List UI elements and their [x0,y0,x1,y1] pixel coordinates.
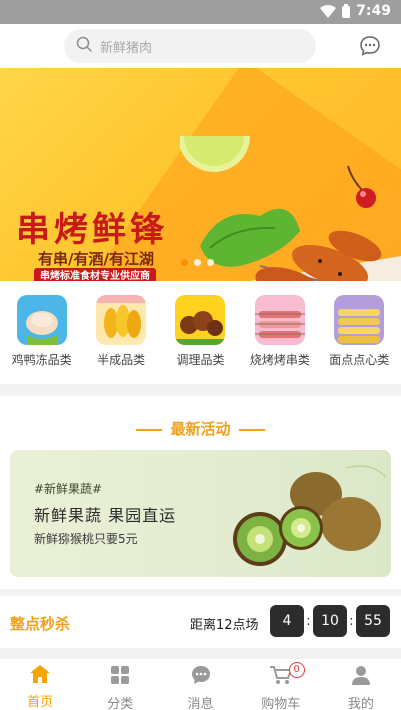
tab-category[interactable]: 分类 [80,659,160,710]
category-label: 鸡鸭冻品类 [11,353,72,367]
latest-activity-section: 最新活动 #新鲜果蔬# 新鲜果蔬 果园直运 新鲜猕猴桃只要5元 [0,396,401,589]
battery-icon [342,4,351,18]
pagination-dot[interactable] [194,259,201,266]
seasoned-meat-icon [175,295,226,345]
countdown-timer: 4 : 10 : 55 [270,605,390,637]
category-item-pastry[interactable]: 面点点心类 [323,295,395,384]
flash-sale-title[interactable]: 整点秒杀 [10,613,70,634]
timer-separator: : [349,613,354,629]
top-header: 新鲜猪肉 [0,24,401,68]
bbq-skewer-icon [254,295,305,345]
category-item-bbq-skewer[interactable]: 烧烤烤串类 [244,295,316,384]
search-placeholder: 新鲜猪肉 [100,40,153,56]
activity-hashtag: #新鲜果蔬# [34,482,103,496]
promo-banner[interactable]: 串烤鲜锋 有串/有酒/有江湖 串烤标准食材专业供应商 [0,68,401,281]
timer-separator: : [306,613,311,629]
message-icon [191,665,211,689]
tab-label: 消息 [187,697,214,710]
category-icon [110,665,130,689]
bottom-tab-bar: 首页 分类 消息 0 购物车 我的 [0,659,401,710]
flash-sale-bar: 整点秒杀 距离12点场 4 : 10 : 55 [0,596,401,648]
category-label: 半成品类 [97,353,146,367]
kiwi-fruit-illustration [233,465,386,566]
countdown-minutes: 10 [313,605,347,637]
category-item-semi-finished[interactable]: 半成品类 [85,295,157,384]
category-label: 烧烤烤串类 [249,353,310,367]
countdown-seconds: 55 [356,605,390,637]
pagination-dot[interactable] [181,259,188,266]
category-item-seasoned[interactable]: 调理品类 [164,295,236,384]
banner-pagination [181,259,214,266]
activity-heading: 最新活动 [0,418,401,439]
heading-line-left [136,428,163,431]
tab-message[interactable]: 消息 [160,659,240,710]
category-label: 调理品类 [176,353,225,367]
status-icons: 7:49 [320,3,391,19]
banner-subtitle: 有串/有酒/有江湖 [38,250,154,268]
tab-label: 购物车 [261,697,301,710]
banner-tagline: 串烤标准食材专业供应商 [34,268,156,281]
tab-home[interactable]: 首页 [0,659,80,710]
cart-badge: 0 [288,662,305,678]
activity-description: 新鲜猕猴桃只要5元 [34,532,138,546]
countdown-label: 距离12点场 [190,618,259,633]
tab-label: 首页 [27,695,54,710]
tab-label: 分类 [107,697,134,710]
home-icon [30,665,51,687]
banner-title: 串烤鲜锋 [16,210,168,250]
message-button[interactable] [359,35,381,57]
activity-card[interactable]: #新鲜果蔬# 新鲜果蔬 果园直运 新鲜猕猴桃只要5元 [10,450,391,577]
status-time: 7:49 [356,3,391,19]
tab-profile[interactable]: 我的 [321,659,401,710]
profile-icon [351,665,371,689]
search-icon [76,36,100,56]
heading-line-right [238,428,265,431]
countdown-hours: 4 [270,605,304,637]
category-row: 鸡鸭冻品类 半成品类 调理品类 烧烤烤串类 面点点心类 [0,281,401,384]
tab-cart[interactable]: 0 购物车 [241,659,321,710]
status-bar: 7:49 [0,0,401,24]
frozen-poultry-icon [16,295,67,345]
semi-finished-icon [96,295,147,345]
pagination-dot[interactable] [207,259,214,266]
chat-bubble-icon [359,36,381,61]
category-item-frozen-poultry[interactable]: 鸡鸭冻品类 [6,295,78,384]
activity-heading-text: 最新活动 [170,420,231,438]
tab-label: 我的 [347,697,374,710]
pastry-icon [334,295,385,345]
category-label: 面点点心类 [329,353,390,367]
activity-title: 新鲜果蔬 果园直运 [34,506,177,525]
wifi-icon [320,4,337,18]
search-input[interactable]: 新鲜猪肉 [64,29,316,63]
